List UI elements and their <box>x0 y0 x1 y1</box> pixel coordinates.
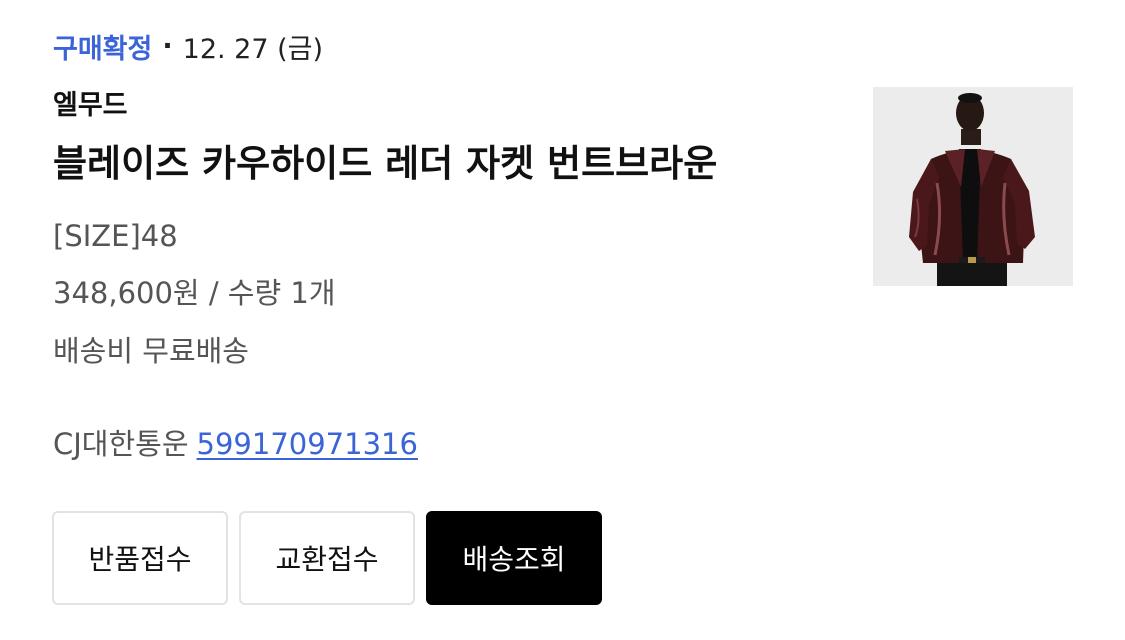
order-status-row: 구매확정 · 12. 27 (금) <box>53 24 323 68</box>
order-date: 12. 27 (금) <box>182 33 324 65</box>
exchange-request-button[interactable]: 교환접수 <box>239 511 415 605</box>
return-request-button[interactable]: 반품접수 <box>52 511 228 605</box>
delivery-info: CJ대한통운 599170971316 <box>53 424 418 464</box>
shipping-fee: 배송비 무료배송 <box>53 334 249 368</box>
product-name[interactable]: 블레이즈 카우하이드 레더 자켓 번트브라운 <box>53 138 717 190</box>
product-image <box>873 87 1073 286</box>
carrier-name: CJ대한통운 <box>53 427 189 461</box>
track-delivery-button[interactable]: 배송조회 <box>426 511 602 605</box>
order-status-label: 구매확정 <box>53 33 153 65</box>
tracking-number-link[interactable]: 599170971316 <box>197 427 418 461</box>
product-option-size: [SIZE]48 <box>53 219 178 253</box>
status-separator: · <box>162 30 173 62</box>
product-price-quantity: 348,600원 / 수량 1개 <box>53 276 336 310</box>
product-thumbnail[interactable] <box>873 87 1073 286</box>
brand-name: 엘무드 <box>53 90 128 121</box>
